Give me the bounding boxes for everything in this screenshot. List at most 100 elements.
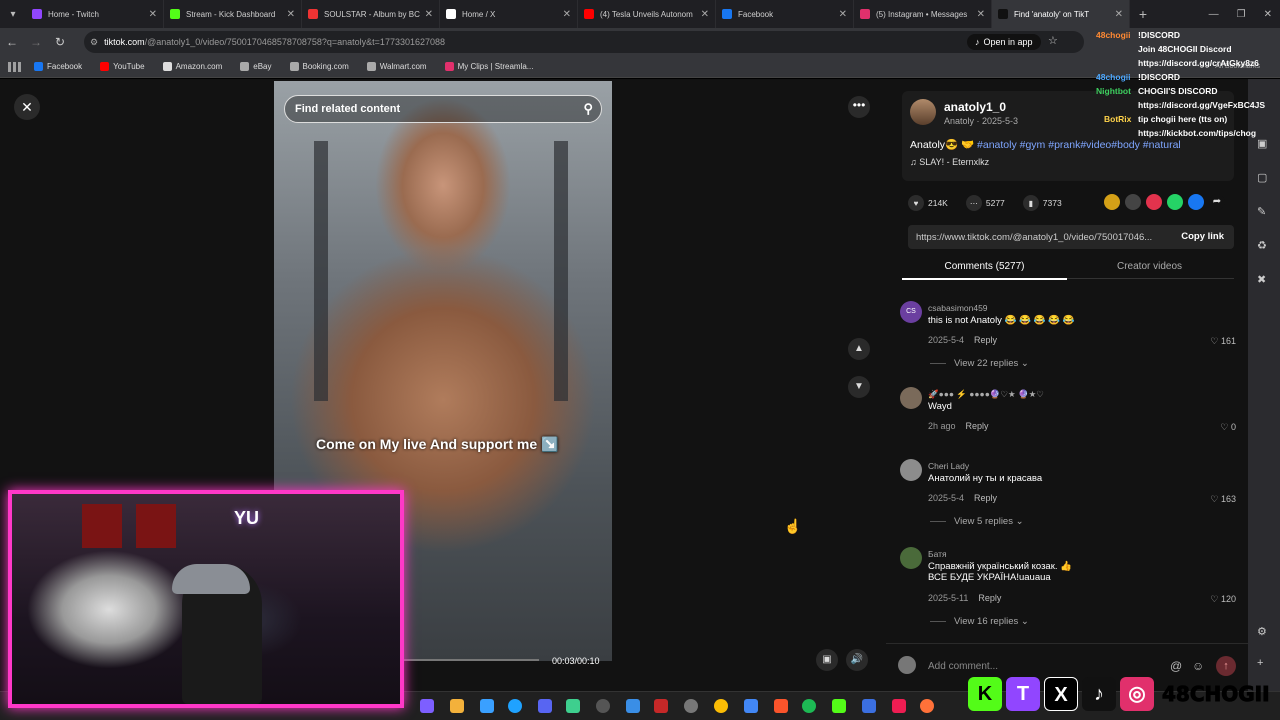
- avatar[interactable]: [900, 459, 922, 481]
- mention-icon[interactable]: @: [1170, 659, 1182, 673]
- tab-close-icon[interactable]: ✕: [701, 9, 709, 20]
- view-replies-button[interactable]: View 22 replies ⌄: [930, 358, 1029, 369]
- app-icon[interactable]: [862, 699, 876, 713]
- browser-tab[interactable]: Home / X ✕: [440, 0, 578, 28]
- comment-username[interactable]: csabasimon459: [928, 303, 988, 313]
- embed-icon[interactable]: [1125, 194, 1141, 210]
- tools-icon[interactable]: ✖: [1257, 273, 1266, 286]
- tab-creator-videos[interactable]: Creator videos: [1067, 261, 1232, 272]
- back-icon[interactable]: ←: [0, 35, 24, 49]
- spotify-icon[interactable]: [802, 699, 816, 713]
- store-icon[interactable]: [480, 699, 494, 713]
- avatar[interactable]: [910, 99, 936, 125]
- reply-button[interactable]: Reply: [974, 335, 997, 345]
- discord-icon[interactable]: [538, 699, 552, 713]
- link-field[interactable]: https://www.tiktok.com/@anatoly1_0/video…: [908, 225, 1234, 249]
- music-title[interactable]: SLAY! - Eternxlkz: [919, 157, 989, 167]
- browser-tab[interactable]: (4) Tesla Unveils Autonom ✕: [578, 0, 716, 28]
- close-icon[interactable]: ✕: [14, 94, 40, 120]
- avatar[interactable]: [900, 547, 922, 569]
- tab-close-icon[interactable]: ✕: [839, 9, 847, 20]
- tab-close-icon[interactable]: ✕: [1115, 9, 1123, 20]
- facebook-icon[interactable]: [1188, 194, 1204, 210]
- comment-likes[interactable]: ♡ 163: [1210, 494, 1236, 505]
- restore-icon[interactable]: ❐: [1237, 9, 1246, 20]
- edge-icon[interactable]: [508, 699, 522, 713]
- video-progress[interactable]: [404, 659, 539, 661]
- music-track[interactable]: ♫ SLAY! - Eternxlkz: [910, 157, 989, 167]
- app-icon[interactable]: [654, 699, 668, 713]
- reply-button[interactable]: Reply: [974, 493, 997, 503]
- mini-player-icon[interactable]: ▣: [816, 649, 838, 671]
- reply-button[interactable]: Reply: [966, 421, 989, 431]
- search-icon[interactable]: ⚲: [583, 101, 593, 117]
- bookmark-item[interactable]: Amazon.com: [162, 62, 222, 71]
- comment-likes[interactable]: ♡ 120: [1210, 594, 1236, 605]
- bookmark-item[interactable]: Booking.com: [289, 62, 349, 71]
- tab-comments[interactable]: Comments (5277): [902, 261, 1067, 280]
- file-explorer-icon[interactable]: [450, 699, 464, 713]
- tab-close-icon[interactable]: ✕: [563, 9, 571, 20]
- tab-search-icon[interactable]: ▾: [0, 0, 26, 28]
- apps-grid-icon[interactable]: [8, 61, 22, 72]
- chrome-icon[interactable]: [714, 699, 728, 713]
- reload-icon[interactable]: ↻: [48, 35, 72, 49]
- comment-username[interactable]: 🚀●●● ⚡ ●●●●🔮♡★ 🔮★♡: [928, 389, 1044, 400]
- copy-link-button[interactable]: Copy link: [1181, 231, 1224, 242]
- sidebar-icon[interactable]: ▢: [1257, 171, 1267, 184]
- bookmark-item[interactable]: Facebook: [34, 62, 82, 71]
- obs-icon[interactable]: [684, 699, 698, 713]
- gamepad-icon[interactable]: ♻: [1257, 239, 1267, 252]
- like-button[interactable]: ♥ 214K: [908, 195, 948, 211]
- find-related-search[interactable]: Find related content ⚲: [284, 95, 602, 123]
- firefox-icon[interactable]: [920, 699, 934, 713]
- bookmark-star-icon[interactable]: ☆: [1048, 34, 1058, 47]
- close-window-icon[interactable]: ✕: [1264, 9, 1272, 20]
- browser-tab[interactable]: Facebook ✕: [716, 0, 854, 28]
- app-icon[interactable]: [566, 699, 580, 713]
- forward-icon[interactable]: →: [24, 35, 48, 49]
- view-replies-button[interactable]: View 16 replies ⌄: [930, 616, 1029, 627]
- author-username[interactable]: anatoly1_0: [944, 100, 1006, 114]
- url-input[interactable]: ⚙ tiktok.com/@anatoly1_0/video/750017046…: [84, 31, 1084, 53]
- sidebar-icon[interactable]: ▣: [1257, 137, 1267, 150]
- kick-icon[interactable]: [832, 699, 846, 713]
- emoji-icon[interactable]: ☺: [1192, 659, 1204, 673]
- bookmark-item[interactable]: YouTube: [100, 62, 145, 71]
- add-comment-input[interactable]: Add comment...: [928, 661, 998, 672]
- tab-close-icon[interactable]: ✕: [287, 9, 295, 20]
- edit-icon[interactable]: ✎: [1257, 205, 1266, 218]
- whatsapp-icon[interactable]: [1167, 194, 1183, 210]
- open-in-app-button[interactable]: ♪ Open in app: [967, 34, 1041, 50]
- share-arrow-icon[interactable]: ➦: [1209, 194, 1225, 210]
- post-comment-button[interactable]: ↑: [1216, 656, 1236, 676]
- browser-tab[interactable]: Find 'anatoly' on TikT ✕: [992, 0, 1130, 28]
- comment-button[interactable]: ⋯ 5277: [965, 195, 1005, 211]
- sidebar-settings-icon[interactable]: ⚙: [1257, 625, 1267, 638]
- bookmark-item[interactable]: eBay: [240, 62, 272, 71]
- browser-tab[interactable]: Stream - Kick Dashboard ✕: [164, 0, 302, 28]
- share-friends-icon[interactable]: [1146, 194, 1162, 210]
- bookmark-item[interactable]: Walmart.com: [366, 62, 427, 71]
- share-coin-icon[interactable]: [1104, 194, 1120, 210]
- browser-tab[interactable]: Home - Twitch ✕: [26, 0, 164, 28]
- tab-close-icon[interactable]: ✕: [149, 9, 157, 20]
- site-info-icon[interactable]: ⚙: [90, 37, 98, 48]
- avatar[interactable]: CS: [900, 301, 922, 323]
- comment-likes[interactable]: ♡ 161: [1210, 336, 1236, 347]
- app-icon[interactable]: [596, 699, 610, 713]
- comment-username[interactable]: Батя: [928, 549, 947, 559]
- browser-tab[interactable]: SOULSTAR - Album by BC ✕: [302, 0, 440, 28]
- avatar[interactable]: [900, 387, 922, 409]
- brave-icon[interactable]: [774, 699, 788, 713]
- comment-likes[interactable]: ♡ 0: [1220, 422, 1236, 433]
- volume-icon[interactable]: 🔊: [846, 649, 868, 671]
- teams-icon[interactable]: [420, 699, 434, 713]
- save-button[interactable]: ▮ 7373: [1022, 195, 1062, 211]
- tab-close-icon[interactable]: ✕: [425, 9, 433, 20]
- reply-button[interactable]: Reply: [978, 593, 1001, 603]
- next-video-icon[interactable]: ▼: [848, 376, 870, 398]
- minimize-icon[interactable]: —: [1209, 9, 1219, 20]
- view-replies-button[interactable]: View 5 replies ⌄: [930, 516, 1024, 527]
- new-tab-button[interactable]: +: [1130, 6, 1156, 22]
